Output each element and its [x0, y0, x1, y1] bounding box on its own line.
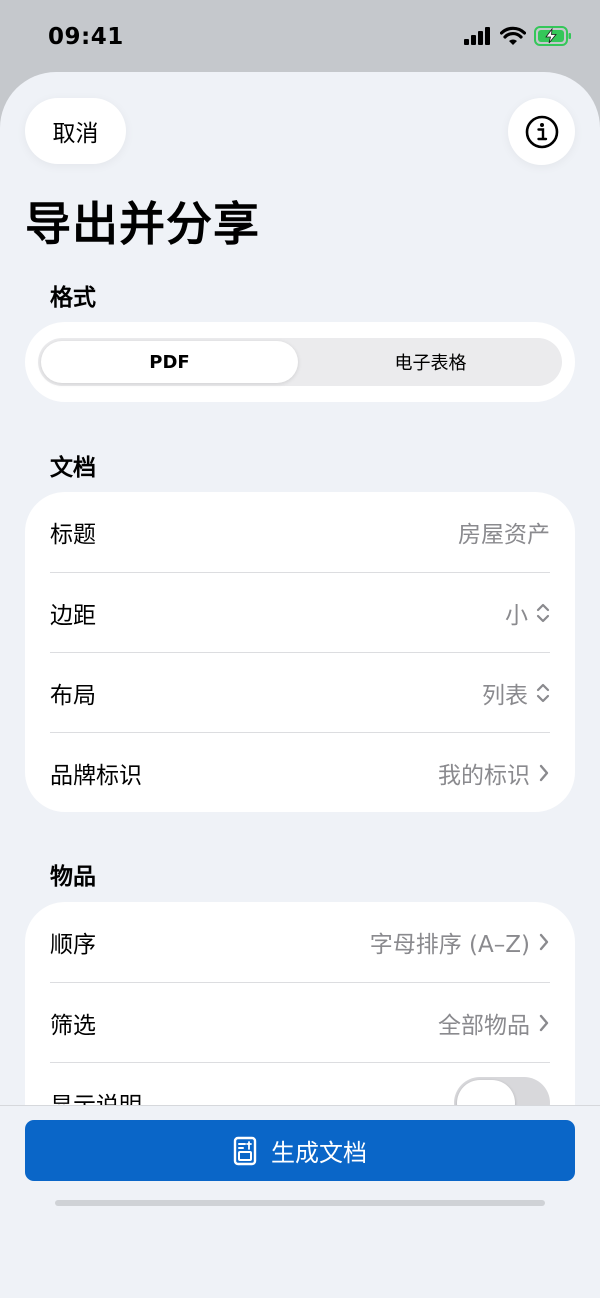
cellular-signal-icon: [464, 27, 490, 45]
format-option-spreadsheet[interactable]: 电子表格: [302, 341, 559, 383]
chevron-up-down-icon: [536, 603, 550, 622]
order-row-value: 字母排序 (A–Z): [369, 932, 530, 958]
cancel-button[interactable]: 取消: [25, 98, 126, 164]
format-option-pdf[interactable]: PDF: [41, 341, 298, 383]
layout-row[interactable]: 布局 列表: [50, 652, 550, 732]
branding-row-value: 我的标识: [438, 762, 530, 789]
title-row-label: 标题: [50, 522, 96, 548]
format-segmented-card: PDF 电子表格: [25, 322, 575, 402]
margin-row-label: 边距: [50, 602, 96, 629]
format-segmented-control: PDF 电子表格: [38, 338, 562, 386]
order-row-label: 顺序: [50, 932, 96, 958]
page-title: 导出并分享: [25, 197, 260, 251]
order-row[interactable]: 顺序 字母排序 (A–Z): [50, 902, 550, 982]
title-row-value-wrap: 房屋资产: [458, 515, 550, 549]
status-time: 09:41: [48, 24, 124, 50]
status-bar: 09:41: [0, 0, 600, 74]
items-section-label: 物品: [50, 864, 96, 890]
generate-document-label: 生成文档: [271, 1139, 367, 1167]
battery-charging-icon: [534, 26, 571, 46]
document-icon: [233, 1136, 257, 1165]
info-icon: [525, 115, 558, 148]
chevron-right-icon: [539, 1014, 549, 1031]
filter-row-value: 全部物品: [438, 1012, 530, 1039]
filter-row-value-wrap: 全部物品: [438, 1006, 550, 1040]
title-row[interactable]: 标题 房屋资产: [50, 492, 550, 572]
chevron-right-icon: [539, 933, 549, 951]
document-section-label: 文档: [50, 455, 96, 481]
format-section-label: 格式: [50, 285, 96, 311]
margin-row-value: 小: [505, 602, 528, 629]
bottom-action-bar: 生成文档: [0, 1105, 600, 1298]
layout-row-value: 列表: [482, 682, 528, 709]
generate-document-button[interactable]: 生成文档: [25, 1120, 575, 1181]
status-icons: [464, 26, 572, 46]
filter-row-label: 筛选: [50, 1012, 96, 1039]
order-row-value-wrap: 字母排序 (A–Z): [370, 925, 550, 959]
branding-row-value-wrap: 我的标识: [438, 756, 550, 790]
layout-row-value-wrap: 列表: [482, 676, 550, 710]
export-sheet: 取消 导出并分享 格式 PDF 电子表格 文档 标题 房屋资产 边距 小 布局 …: [0, 72, 600, 1298]
layout-row-label: 布局: [50, 682, 96, 709]
branding-row[interactable]: 品牌标识 我的标识: [50, 732, 550, 812]
home-indicator: [55, 1200, 545, 1206]
margin-row[interactable]: 边距 小: [50, 572, 550, 652]
branding-row-label: 品牌标识: [50, 762, 142, 789]
wifi-icon: [500, 26, 526, 45]
margin-row-value-wrap: 小: [505, 596, 550, 630]
filter-row[interactable]: 筛选 全部物品: [50, 982, 550, 1062]
document-settings-card: 标题 房屋资产 边距 小 布局 列表 品牌标识 我的标识: [25, 492, 575, 812]
title-row-value: 房屋资产: [458, 522, 550, 548]
chevron-right-icon: [539, 764, 549, 781]
info-button[interactable]: [508, 98, 575, 165]
chevron-up-down-icon: [536, 683, 550, 702]
